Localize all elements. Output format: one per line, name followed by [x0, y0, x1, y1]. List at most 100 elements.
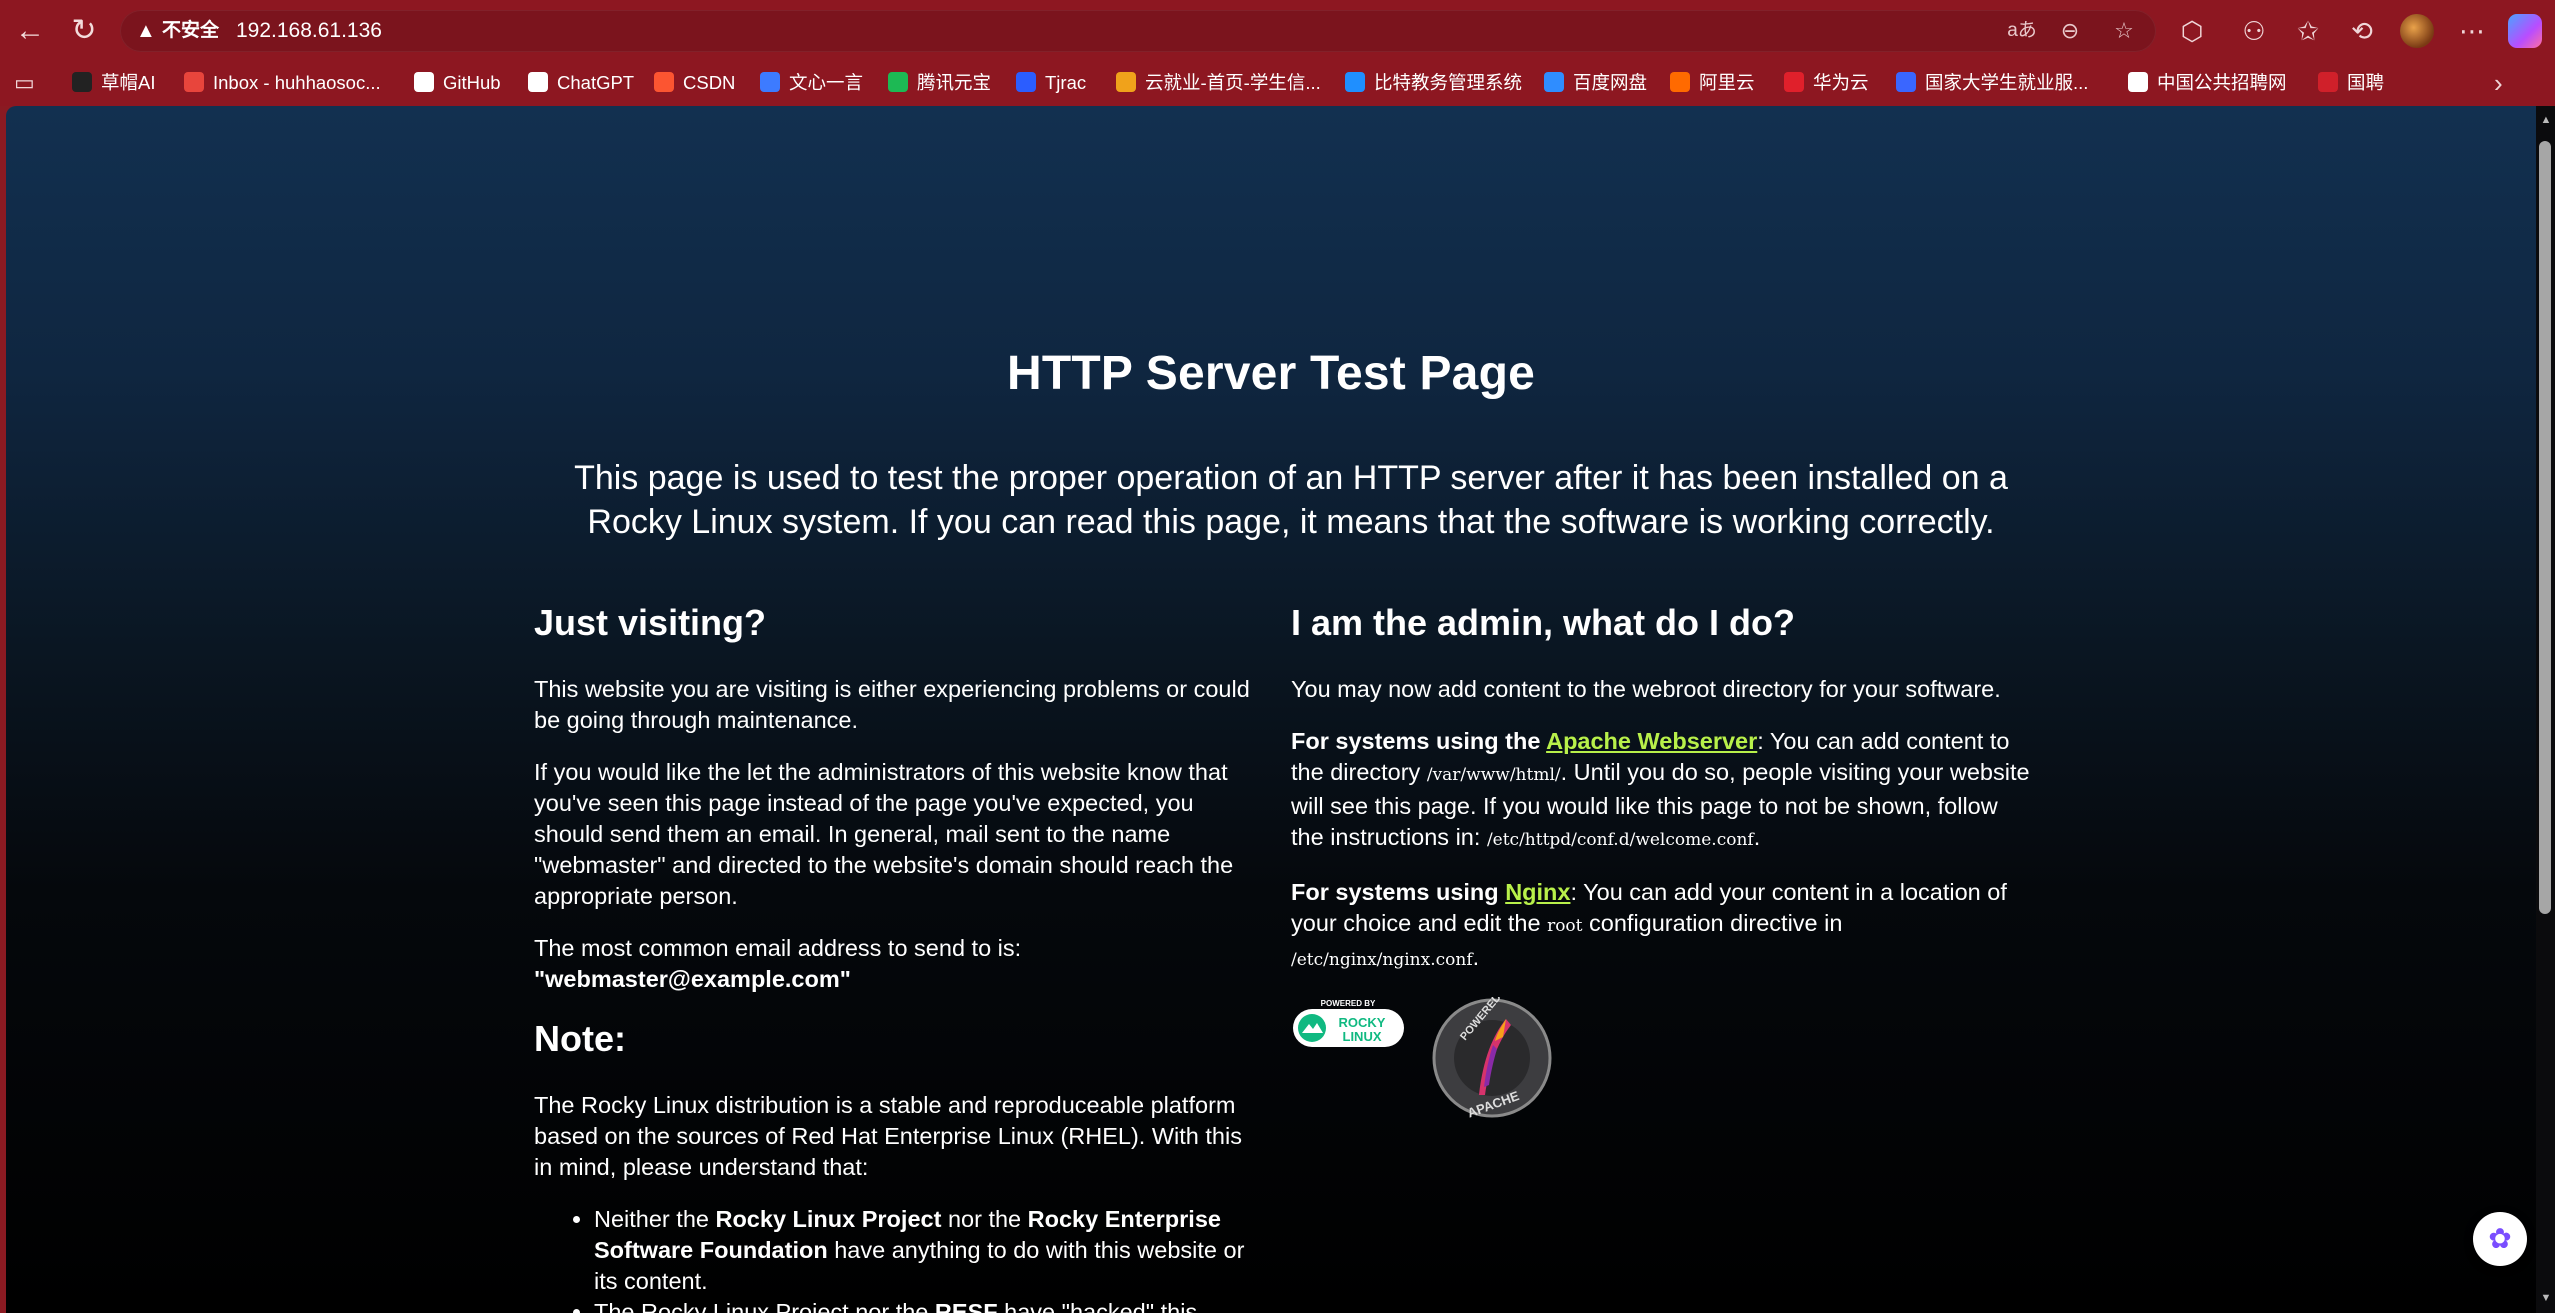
settings-menu-icon[interactable]: ⋯	[2452, 12, 2492, 50]
list-item: The Rocky Linux Project nor the RESF hav…	[594, 1297, 1259, 1313]
list-item: Neither the Rocky Linux Project nor the …	[594, 1204, 1259, 1297]
bookmark-item[interactable]: 比特教务管理系统	[1345, 67, 1522, 99]
bookmark-favicon-icon	[2128, 72, 2148, 93]
nginx-link[interactable]: Nginx	[1505, 879, 1570, 905]
bookmark-label: 中国公共招聘网	[2157, 72, 2287, 93]
bookmark-item[interactable]: GitHub	[414, 67, 501, 99]
nginx-paragraph: For systems using Nginx: You can add you…	[1291, 879, 2007, 970]
apache-webserver-link[interactable]: Apache Webserver	[1546, 728, 1757, 754]
bookmark-favicon-icon	[72, 72, 92, 93]
browser-toolbar: ← ↻ ▲ 不安全 192.168.61.136 aあ ⊖ ☆ ⬡ ⚇ ✩ ⟲ …	[0, 0, 2555, 62]
powered-by-rocky-linux-logo[interactable]: POWERED BY ROCKY LINUX	[1292, 997, 1405, 1049]
page-viewport: HTTP Server Test Page This page is used …	[6, 106, 2536, 1313]
bookmark-item[interactable]: 华为云	[1784, 67, 1869, 99]
root-directive: root	[1547, 916, 1583, 936]
bookmark-label: CSDN	[683, 72, 736, 93]
bookmark-label: Tjrac	[1045, 72, 1087, 93]
bookmark-favicon-icon	[1016, 72, 1036, 93]
back-icon[interactable]: ←	[10, 12, 50, 50]
bookmark-favicon-icon	[2318, 72, 2338, 93]
favorites-icon[interactable]: ✩	[2288, 12, 2328, 50]
just-visiting-heading: Just visiting?	[534, 602, 767, 643]
address-bar[interactable]: ▲ 不安全 192.168.61.136 aあ ⊖ ☆	[120, 10, 2156, 52]
bookmark-label: 阿里云	[1699, 72, 1755, 93]
apache-paragraph: For systems using the Apache Webserver: …	[1291, 728, 2030, 850]
bookmark-favicon-icon	[1896, 72, 1916, 93]
bookmark-favicon-icon	[528, 72, 548, 93]
bookmark-favicon-icon	[1544, 72, 1564, 93]
page-lead: This page is used to test the proper ope…	[574, 459, 2008, 541]
assistant-floating-icon[interactable]: ✿	[2473, 1212, 2527, 1266]
bookmark-item[interactable]: 文心一言	[760, 67, 863, 99]
bookmark-label: 文心一言	[789, 72, 864, 93]
webmaster-email: "webmaster@example.com"	[534, 966, 851, 992]
bookmark-favicon-icon	[1784, 72, 1804, 93]
scroll-thumb[interactable]	[2539, 141, 2551, 914]
chevron-right-icon[interactable]: ›	[2494, 70, 2503, 96]
bookmark-label: 云就业-首页-学生信...	[1145, 72, 1321, 93]
bookmarks-toggle-icon[interactable]: ▭	[14, 70, 40, 96]
powered-by-logos: POWERED BY ROCKY LINUX POWERED BY APACHE	[1291, 997, 2031, 1127]
copilot-icon[interactable]	[2508, 14, 2542, 48]
bookmark-item[interactable]: 国家大学生就业服...	[1896, 67, 2088, 99]
favorite-star-icon[interactable]: ☆	[2108, 16, 2140, 46]
security-label[interactable]: 不安全	[162, 10, 219, 52]
bookmark-favicon-icon	[760, 72, 780, 93]
svg-text:ROCKY: ROCKY	[1339, 1015, 1386, 1030]
bookmark-favicon-icon	[888, 72, 908, 93]
webroot-path: /var/www/html/	[1426, 765, 1561, 785]
bookmark-item[interactable]: Inbox - huhhaosoc...	[184, 67, 381, 99]
bookmark-favicon-icon	[414, 72, 434, 93]
bookmark-item[interactable]: 百度网盘	[1544, 67, 1647, 99]
bookmark-item[interactable]: 阿里云	[1670, 67, 1755, 99]
extensions-icon[interactable]: ⬡	[2172, 12, 2212, 50]
bookmark-favicon-icon	[1116, 72, 1136, 93]
bookmark-item[interactable]: CSDN	[654, 67, 735, 99]
split-screen-icon[interactable]: ⚇	[2234, 12, 2274, 50]
admin-heading: I am the admin, what do I do?	[1291, 602, 1796, 643]
bookmark-label: 比特教务管理系统	[1374, 72, 1523, 93]
bookmark-label: ChatGPT	[557, 72, 635, 93]
bookmark-label: 国聘	[2347, 72, 2385, 93]
visiting-paragraph-2: If you would like the let the administra…	[534, 759, 1234, 909]
bookmark-item[interactable]: ChatGPT	[528, 67, 634, 99]
just-visiting-section: Just visiting? This website you are visi…	[534, 600, 1259, 1313]
bookmark-item[interactable]: 云就业-首页-学生信...	[1116, 67, 1321, 99]
reload-icon[interactable]: ↻	[64, 12, 104, 50]
admin-section: I am the admin, what do I do? You may no…	[1291, 600, 2031, 1127]
bookmark-label: GitHub	[443, 72, 501, 93]
history-icon[interactable]: ⟲	[2342, 12, 2382, 50]
more-options-icon[interactable]: ⊖	[2054, 16, 2086, 46]
bookmark-item[interactable]: Tjrac	[1016, 67, 1086, 99]
note-heading: Note:	[534, 1018, 626, 1059]
bookmark-item[interactable]: 国聘	[2318, 67, 2384, 99]
bookmark-item[interactable]: 草帽AI	[72, 67, 155, 99]
nginx-conf-path: /etc/nginx/nginx.conf	[1291, 950, 1473, 970]
bookmark-item[interactable]: 腾讯元宝	[888, 67, 991, 99]
bookmark-item[interactable]: 中国公共招聘网	[2128, 67, 2287, 99]
bookmark-label: 百度网盘	[1573, 72, 1648, 93]
bookmark-label: 腾讯元宝	[917, 72, 992, 93]
note-list: Neither the Rocky Linux Project nor the …	[534, 1204, 1259, 1313]
admin-paragraph-1: You may now add content to the webroot d…	[1291, 676, 2001, 702]
bookmark-label: Inbox - huhhaosoc...	[213, 72, 381, 93]
scroll-up-icon[interactable]: ▲	[2540, 114, 2552, 126]
url-text[interactable]: 192.168.61.136	[236, 10, 382, 52]
profile-avatar[interactable]	[2400, 14, 2434, 48]
bookmark-favicon-icon	[654, 72, 674, 93]
warning-icon: ▲	[136, 20, 156, 42]
read-aloud-icon[interactable]: aあ	[2006, 16, 2038, 46]
svg-text:LINUX: LINUX	[1343, 1029, 1382, 1044]
bookmark-favicon-icon	[1670, 72, 1690, 93]
email-intro: The most common email address to send to…	[534, 935, 1022, 961]
test-page: HTTP Server Test Page This page is used …	[6, 106, 2536, 1313]
browser-chrome: ← ↻ ▲ 不安全 192.168.61.136 aあ ⊖ ☆ ⬡ ⚇ ✩ ⟲ …	[0, 0, 2555, 106]
email-paragraph: The most common email address to send to…	[534, 933, 1259, 995]
bookmark-label: 草帽AI	[101, 72, 156, 93]
scroll-down-icon[interactable]: ▼	[2540, 1292, 2552, 1304]
bookmark-favicon-icon	[1345, 72, 1365, 93]
visiting-paragraph-1: This website you are visiting is either …	[534, 676, 1250, 733]
svg-text:POWERED BY: POWERED BY	[1321, 999, 1376, 1008]
powered-by-apache-logo[interactable]: POWERED BY APACHE	[1431, 997, 1553, 1119]
bookmark-label: 华为云	[1813, 72, 1869, 93]
